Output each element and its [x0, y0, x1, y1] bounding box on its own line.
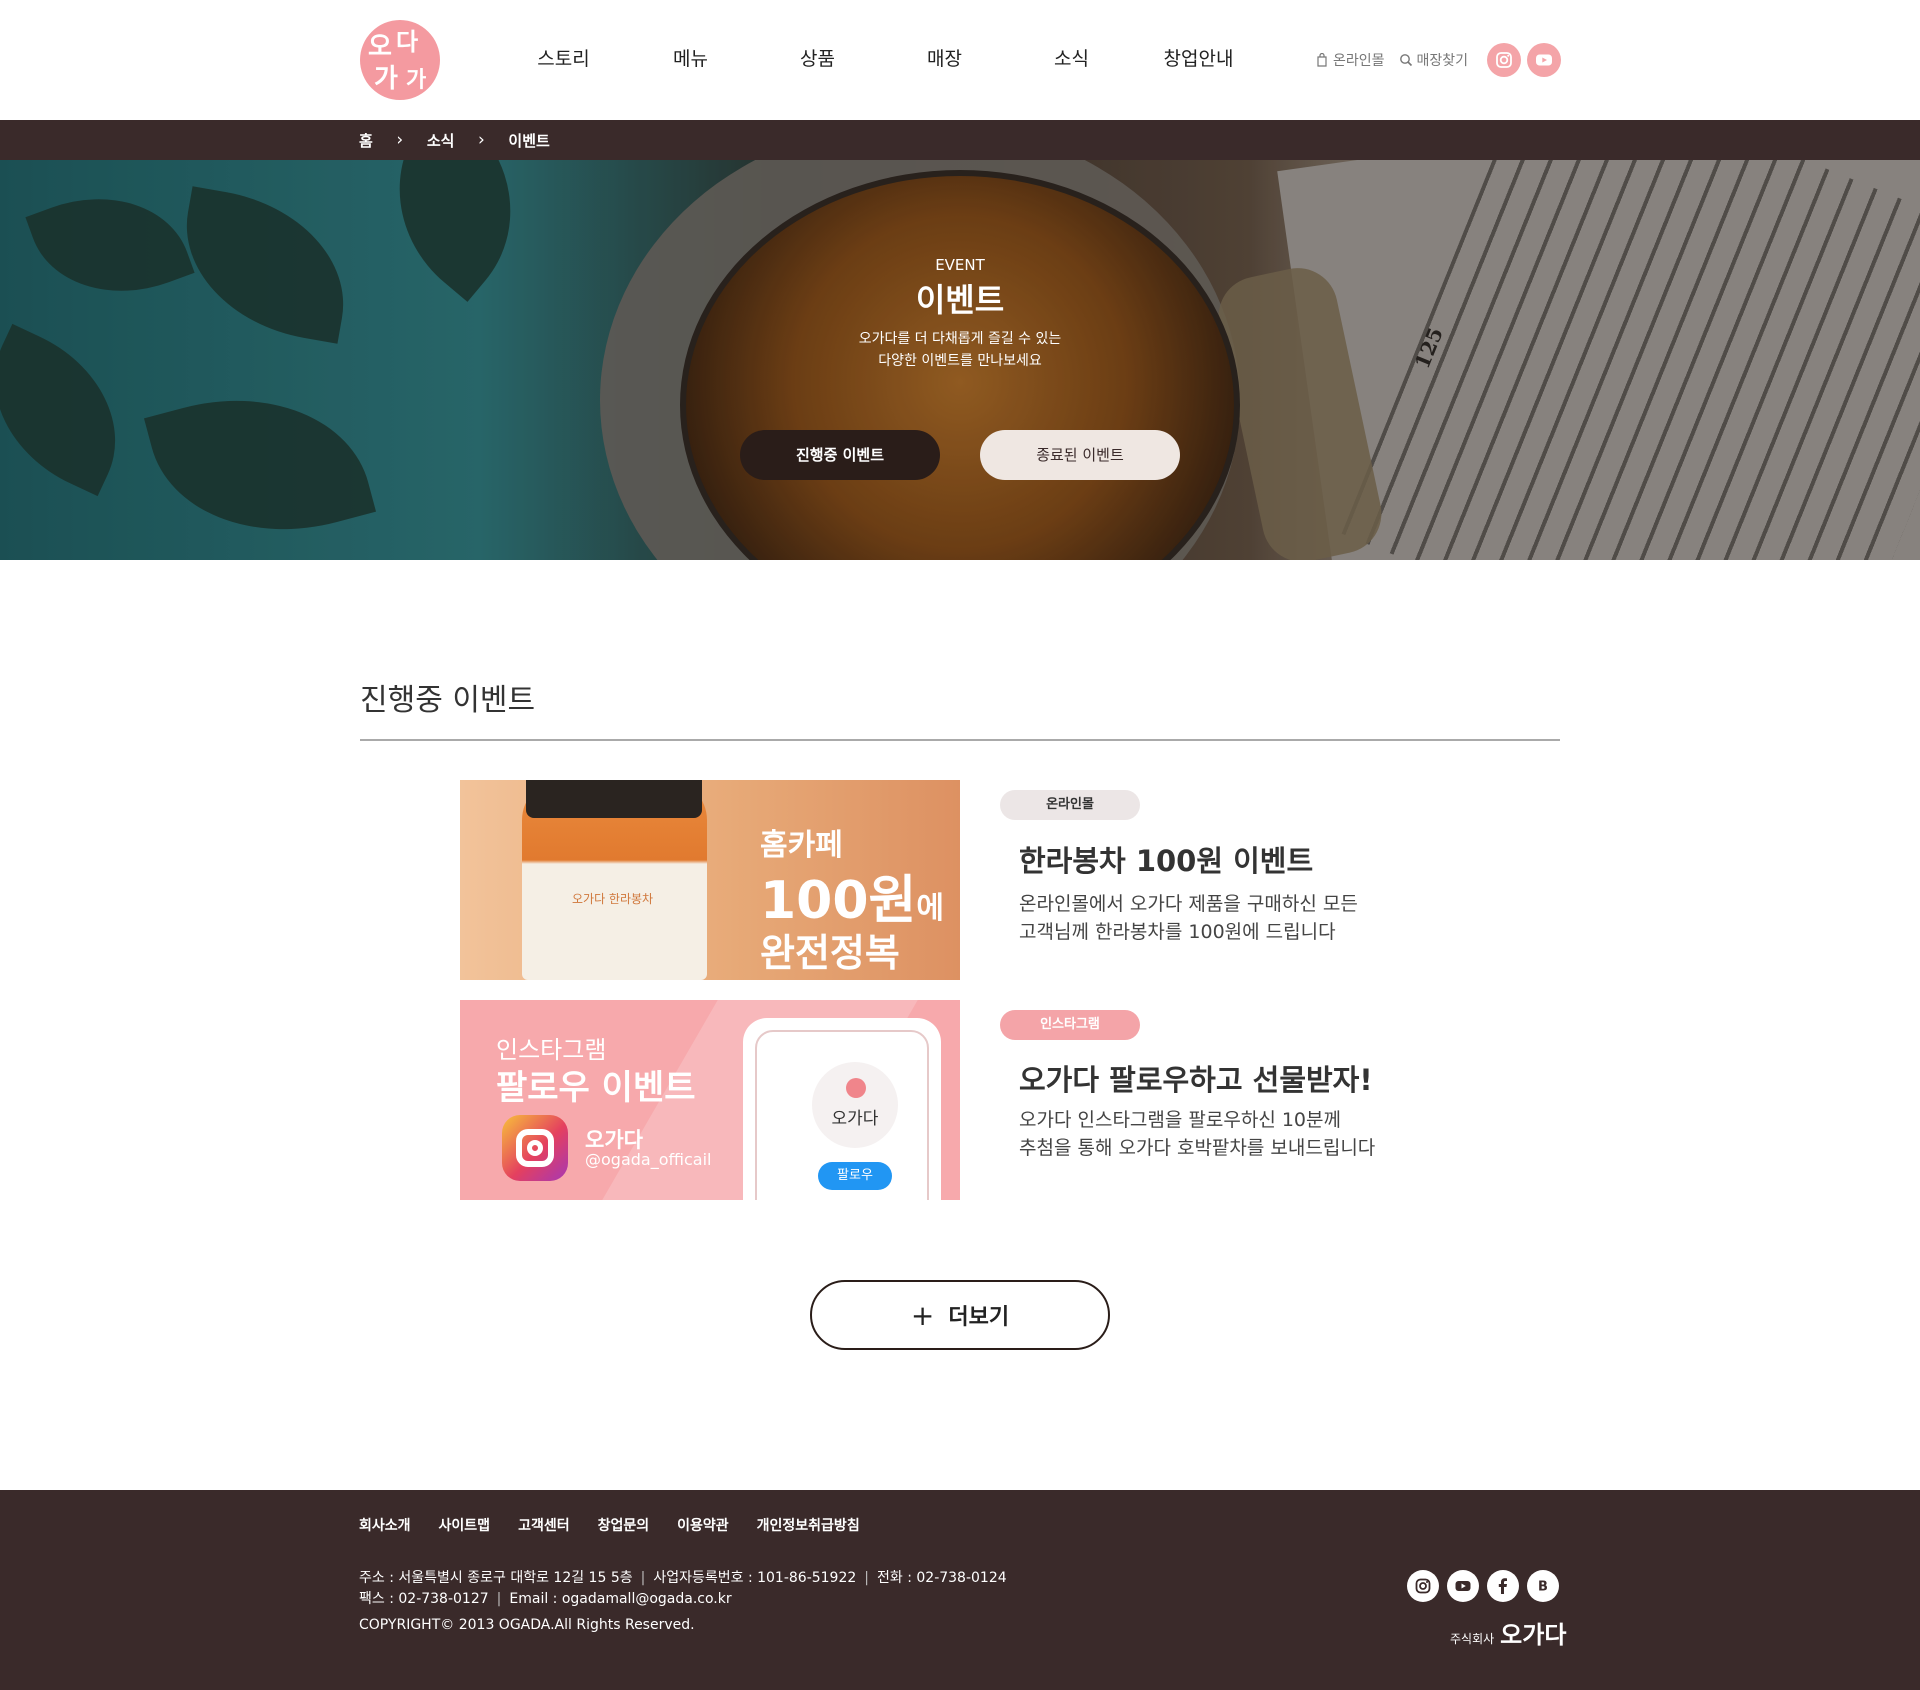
event-thumbnail-instagram[interactable]: 인스타그램 팔로우 이벤트 오가다 @ogada_officail 오가다 팔로… [460, 1000, 960, 1200]
blog-icon: B [1538, 1580, 1548, 1595]
instagram-icon [502, 1115, 568, 1181]
youtube-button[interactable] [1527, 43, 1561, 77]
instagram-icon [1415, 1578, 1431, 1594]
nav-franchise[interactable]: 창업안내 [1135, 0, 1262, 120]
chevron-right-icon: › [396, 130, 404, 150]
online-mall-link[interactable]: 온라인몰 [1315, 50, 1385, 70]
hero-eyebrow: EVENT [935, 256, 985, 274]
ended-events-button[interactable]: 종료된 이벤트 [980, 430, 1180, 480]
breadcrumb-home[interactable]: 홈 [359, 130, 373, 151]
breadcrumb: 홈 › 소식 › 이벤트 [0, 120, 1920, 160]
follow-button: 팔로우 [818, 1162, 892, 1190]
footer-link-terms[interactable]: 이용약관 [677, 1515, 729, 1535]
nav-stores[interactable]: 매장 [881, 0, 1008, 120]
main-nav: 스토리 메뉴 상품 매장 소식 창업안내 [500, 0, 1262, 120]
store-find-label: 매장찾기 [1416, 53, 1469, 69]
instagram-button[interactable] [1487, 43, 1521, 77]
footer-nav: 회사소개 사이트맵 고객센터 창업문의 이용약관 개인정보취급방침 [359, 1515, 860, 1535]
ogada-logo[interactable]: 오 다 가 가 [360, 20, 440, 100]
site-footer: 회사소개 사이트맵 고객센터 창업문의 이용약관 개인정보취급방침 주소 : 서… [0, 1490, 1920, 1690]
flower-icon [846, 1078, 866, 1098]
instagram-icon [1496, 52, 1512, 68]
breadcrumb-current: 이벤트 [508, 131, 550, 150]
event-title[interactable]: 한라봉차 100원 이벤트 [1019, 838, 1313, 880]
corp-logo: 주식회사 오가다 [1450, 1621, 1567, 1649]
footer-link-company[interactable]: 회사소개 [359, 1515, 411, 1535]
phone-mockup: 오가다 팔로우 [743, 1018, 941, 1200]
event-description: 온라인몰에서 오가다 제품을 구매하신 모든 고객님께 한라봉차를 100원에 … [1019, 893, 1358, 943]
footer-blog-button[interactable]: B [1527, 1570, 1559, 1602]
company-info: 주소 : 서울특별시 종로구 대학로 12길 15 5층 | 사업자등록번호 : 1… [359, 1570, 1007, 1607]
section-title: 진행중 이벤트 [360, 683, 536, 718]
copyright: COPYRIGHT© 2013 OGADA.All Rights Reserve… [359, 1617, 695, 1633]
svg-text:B: B [1538, 1580, 1548, 1595]
footer-instagram-button[interactable] [1407, 1570, 1439, 1602]
avatar: 오가다 [812, 1062, 898, 1148]
event-badge-online: 온라인몰 [1000, 790, 1140, 820]
youtube-icon [1536, 54, 1552, 66]
footer-link-support[interactable]: 고객센터 [518, 1515, 570, 1535]
site-header: 오 다 가 가 스토리 메뉴 상품 매장 소식 창업안내 온라인몰 매장찾기 [0, 0, 1920, 120]
event-description: 오가다 인스타그램을 팔로우하신 10분께 추첨을 통해 오가다 호박팥차를 보… [1019, 1109, 1376, 1159]
event-thumbnail-hallabong[interactable]: 오가다 한라봉차 홈카페 100원에 완전정복 [460, 780, 960, 980]
nav-story[interactable]: 스토리 [500, 0, 627, 120]
breadcrumb-news[interactable]: 소식 [427, 130, 455, 151]
jar-label: 오가다 한라봉차 [572, 892, 654, 906]
footer-youtube-button[interactable] [1447, 1570, 1479, 1602]
load-more-label: 더보기 [948, 1305, 1010, 1330]
chevron-right-icon: › [478, 130, 485, 150]
load-more-button[interactable]: + 더보기 [810, 1280, 1110, 1350]
online-mall-label: 온라인몰 [1333, 53, 1385, 69]
footer-sns: B [1407, 1570, 1559, 1602]
event-title[interactable]: 오가다 팔로우하고 선물받자! [1019, 1057, 1373, 1099]
hero-title: 이벤트 [915, 281, 1005, 319]
nav-menu[interactable]: 메뉴 [627, 0, 754, 120]
plus-icon: + [910, 1298, 935, 1332]
hero-banner: 125 EVENT 이벤트 오가다를 더 다채롭게 즐길 수 있는 다양한 이벤… [0, 160, 1920, 560]
youtube-icon [1455, 1581, 1471, 1591]
footer-link-franchise[interactable]: 창업문의 [598, 1515, 650, 1535]
footer-link-sitemap[interactable]: 사이트맵 [439, 1515, 491, 1535]
event-badge-instagram: 인스타그램 [1000, 1010, 1140, 1040]
footer-link-privacy[interactable]: 개인정보취급방침 [757, 1515, 860, 1535]
hero-description: 오가다를 더 다채롭게 즐길 수 있는 다양한 이벤트를 만나보세요 [858, 331, 1062, 369]
facebook-icon [1498, 1578, 1507, 1594]
footer-facebook-button[interactable] [1487, 1570, 1519, 1602]
search-icon [1399, 54, 1412, 67]
ongoing-events-button[interactable]: 진행중 이벤트 [740, 430, 940, 480]
nav-products[interactable]: 상품 [754, 0, 881, 120]
store-find-link[interactable]: 매장찾기 [1399, 50, 1469, 70]
nav-news[interactable]: 소식 [1008, 0, 1135, 120]
utility-links: 온라인몰 매장찾기 [1315, 49, 1468, 71]
section-divider [360, 739, 1560, 741]
shopping-bag-icon [1317, 53, 1327, 67]
